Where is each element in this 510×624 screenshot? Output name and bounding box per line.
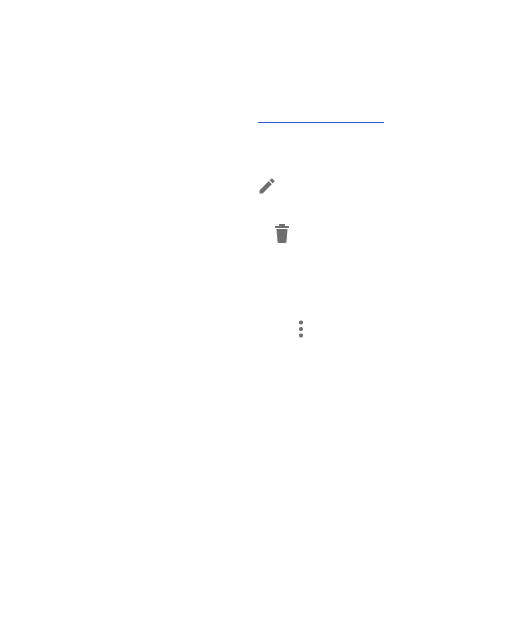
more-vertical-icon[interactable] xyxy=(297,320,305,338)
trash-icon[interactable] xyxy=(274,223,290,243)
link-underline[interactable] xyxy=(258,122,384,123)
edit-pencil-icon[interactable] xyxy=(257,176,277,196)
